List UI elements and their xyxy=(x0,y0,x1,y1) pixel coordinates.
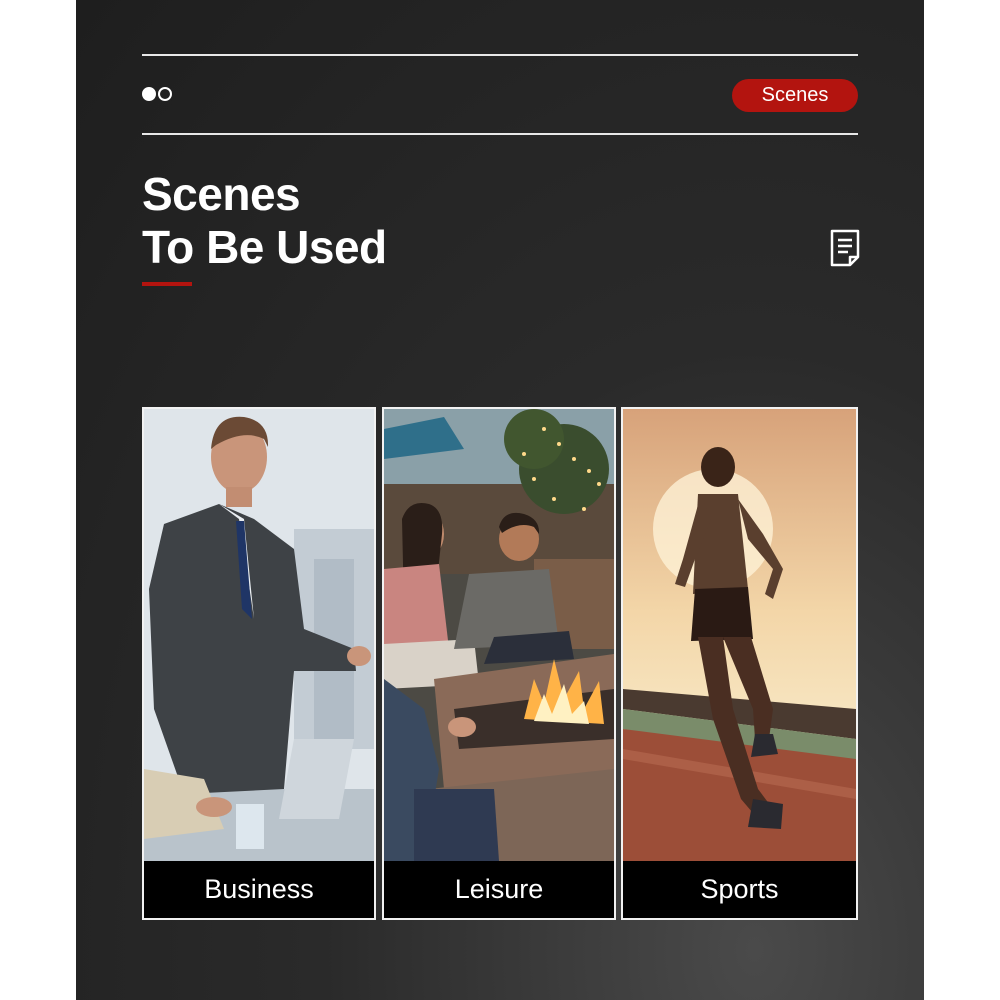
title-underline xyxy=(142,282,192,286)
filled-dot xyxy=(142,87,156,101)
card-label-sports: Sports xyxy=(623,861,856,918)
page-title: Scenes To Be Used xyxy=(142,168,387,274)
hollow-dot xyxy=(158,87,172,101)
card-leisure[interactable]: Leisure xyxy=(382,407,616,920)
title-line-1: Scenes xyxy=(142,168,301,220)
document-icon xyxy=(830,229,860,267)
businessman-image xyxy=(144,409,374,861)
bottom-divider xyxy=(142,133,858,135)
card-label-leisure: Leisure xyxy=(384,861,614,918)
top-divider xyxy=(142,54,858,56)
fire-pit-image xyxy=(384,409,614,861)
card-business[interactable]: Business xyxy=(142,407,376,920)
toggle-dots-icon xyxy=(142,87,182,105)
scenes-badge[interactable]: Scenes xyxy=(732,79,858,112)
title-line-2: To Be Used xyxy=(142,221,387,273)
content-panel: Scenes Scenes To Be Used Business Leisur… xyxy=(76,0,924,1000)
runner-image xyxy=(623,409,856,861)
scene-cards: Business Leisure Sports xyxy=(142,407,858,922)
card-label-business: Business xyxy=(144,861,374,918)
card-sports[interactable]: Sports xyxy=(621,407,858,920)
